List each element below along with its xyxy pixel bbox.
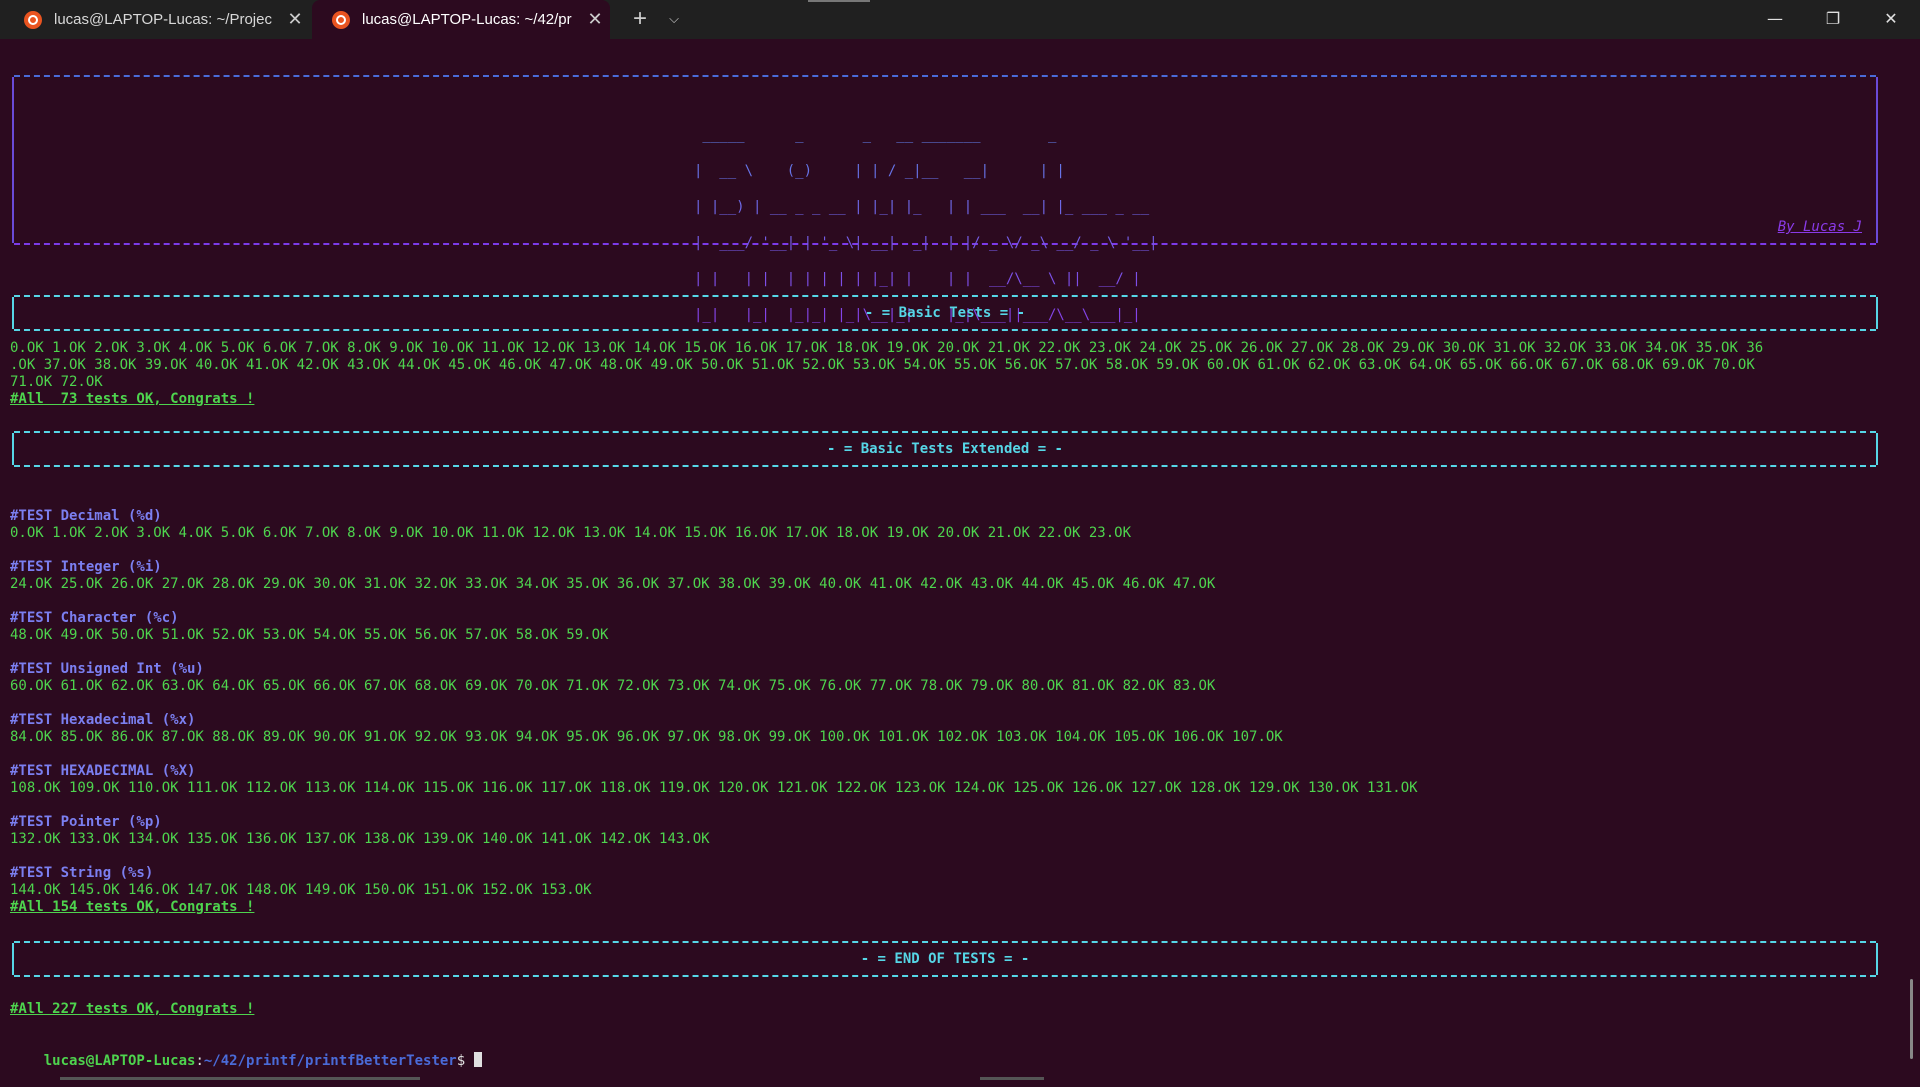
banner-box: _____ _ _ __ _______ _ | __ \ (_) | | / … xyxy=(12,75,1878,245)
prompt-path: ~/42/printf/printfBetterTester xyxy=(203,1053,457,1069)
ascii-line: | |__) | __ _ _ __ | |_| |_ | | ___ __| … xyxy=(694,199,1150,215)
test-title-pointer: #TEST Pointer (%p) xyxy=(10,814,162,830)
tab-projects[interactable]: lucas@LAPTOP-Lucas: ~/Projec ✕ xyxy=(4,0,310,39)
chevron-down-icon[interactable]: ⌵ xyxy=(660,4,688,36)
section-title: - = END OF TESTS = - xyxy=(860,951,1030,967)
ubuntu-icon xyxy=(332,10,350,29)
test-results-hex-lower: 84.OK 85.OK 86.OK 87.OK 88.OK 89.OK 90.O… xyxy=(10,729,1283,745)
test-title-decimal: #TEST Decimal (%d) xyxy=(10,508,162,524)
tab-label: lucas@LAPTOP-Lucas: ~/42/pr xyxy=(362,11,572,28)
section-end-of-tests: - = END OF TESTS = - xyxy=(12,941,1878,977)
section-basic-tests: - = Basic Tests = - xyxy=(12,295,1878,331)
test-title-string: #TEST String (%s) xyxy=(10,865,154,881)
test-title-character: #TEST Character (%c) xyxy=(10,610,179,626)
test-results-decimal: 0.OK 1.OK 2.OK 3.OK 4.OK 5.OK 6.OK 7.OK … xyxy=(10,525,1132,541)
close-icon[interactable]: ✕ xyxy=(280,9,310,30)
vertical-scrollbar[interactable] xyxy=(1910,979,1913,1059)
test-results-integer: 24.OK 25.OK 26.OK 27.OK 28.OK 29.OK 30.O… xyxy=(10,576,1216,592)
test-title-hex-upper: #TEST HEXADECIMAL (%X) xyxy=(10,763,196,779)
extended-congrats: #All 154 tests OK, Congrats ! xyxy=(10,899,255,915)
test-results-string: 144.OK 145.OK 146.OK 147.OK 148.OK 149.O… xyxy=(10,882,592,898)
test-results-pointer: 132.OK 133.OK 134.OK 135.OK 136.OK 137.O… xyxy=(10,831,710,847)
ascii-line: | ___/ '__| | '_ \| __| _| | |/ _ \/ _\ … xyxy=(694,235,1158,251)
tab-printf[interactable]: lucas@LAPTOP-Lucas: ~/42/pr ✕ xyxy=(312,0,610,39)
ascii-line: | | | | | | | | | |_| | | | __/\__ \ || … xyxy=(694,271,1158,287)
basic-results-line: 0.OK 1.OK 2.OK 3.OK 4.OK 5.OK 6.OK 7.OK … xyxy=(10,340,1764,356)
author-link[interactable]: By Lucas J xyxy=(1778,219,1862,235)
basic-congrats: #All 73 tests OK, Congrats ! xyxy=(10,391,255,407)
ascii-line: | __ \ (_) | | / _|__ __| | | xyxy=(694,163,1150,179)
test-title-hex-lower: #TEST Hexadecimal (%x) xyxy=(10,712,196,728)
section-title: - = Basic Tests Extended = - xyxy=(826,441,1063,457)
terminal-output[interactable]: _____ _ _ __ _______ _ | __ \ (_) | | / … xyxy=(0,39,1920,1080)
prompt-separator: : xyxy=(195,1053,204,1069)
test-results-unsigned: 60.OK 61.OK 62.OK 63.OK 64.OK 65.OK 66.O… xyxy=(10,678,1216,694)
basic-results-line: 71.OK 72.OK xyxy=(10,374,103,390)
section-title: - = Basic Tests = - xyxy=(864,305,1026,321)
tab-label: lucas@LAPTOP-Lucas: ~/Projec xyxy=(54,11,272,28)
section-extended-tests: - = Basic Tests Extended = - xyxy=(12,431,1878,467)
test-title-integer: #TEST Integer (%i) xyxy=(10,559,162,575)
prompt-sign: $ xyxy=(456,1053,474,1069)
test-results-character: 48.OK 49.OK 50.OK 51.OK 52.OK 53.OK 54.O… xyxy=(10,627,609,643)
ascii-line: _____ _ _ __ _______ _ xyxy=(694,127,1150,143)
test-title-unsigned: #TEST Unsigned Int (%u) xyxy=(10,661,204,677)
ubuntu-icon xyxy=(24,10,42,29)
final-congrats: #All 227 tests OK, Congrats ! xyxy=(10,1001,255,1017)
basic-results-line: .OK 37.OK 38.OK 39.OK 40.OK 41.OK 42.OK … xyxy=(10,357,1755,373)
prompt-user: lucas@LAPTOP-Lucas xyxy=(43,1053,196,1069)
test-results-hex-upper: 108.OK 109.OK 110.OK 111.OK 112.OK 113.O… xyxy=(10,780,1418,796)
new-tab-button[interactable]: + xyxy=(624,4,656,36)
close-window-button[interactable]: ✕ xyxy=(1862,0,1920,39)
maximize-button[interactable]: ❐ xyxy=(1804,0,1862,39)
close-icon[interactable]: ✕ xyxy=(580,9,610,30)
title-bar: lucas@LAPTOP-Lucas: ~/Projec ✕ lucas@LAP… xyxy=(0,0,1920,39)
minimize-button[interactable]: — xyxy=(1746,0,1804,39)
drag-handle[interactable] xyxy=(808,0,870,2)
text-cursor xyxy=(473,1052,482,1067)
